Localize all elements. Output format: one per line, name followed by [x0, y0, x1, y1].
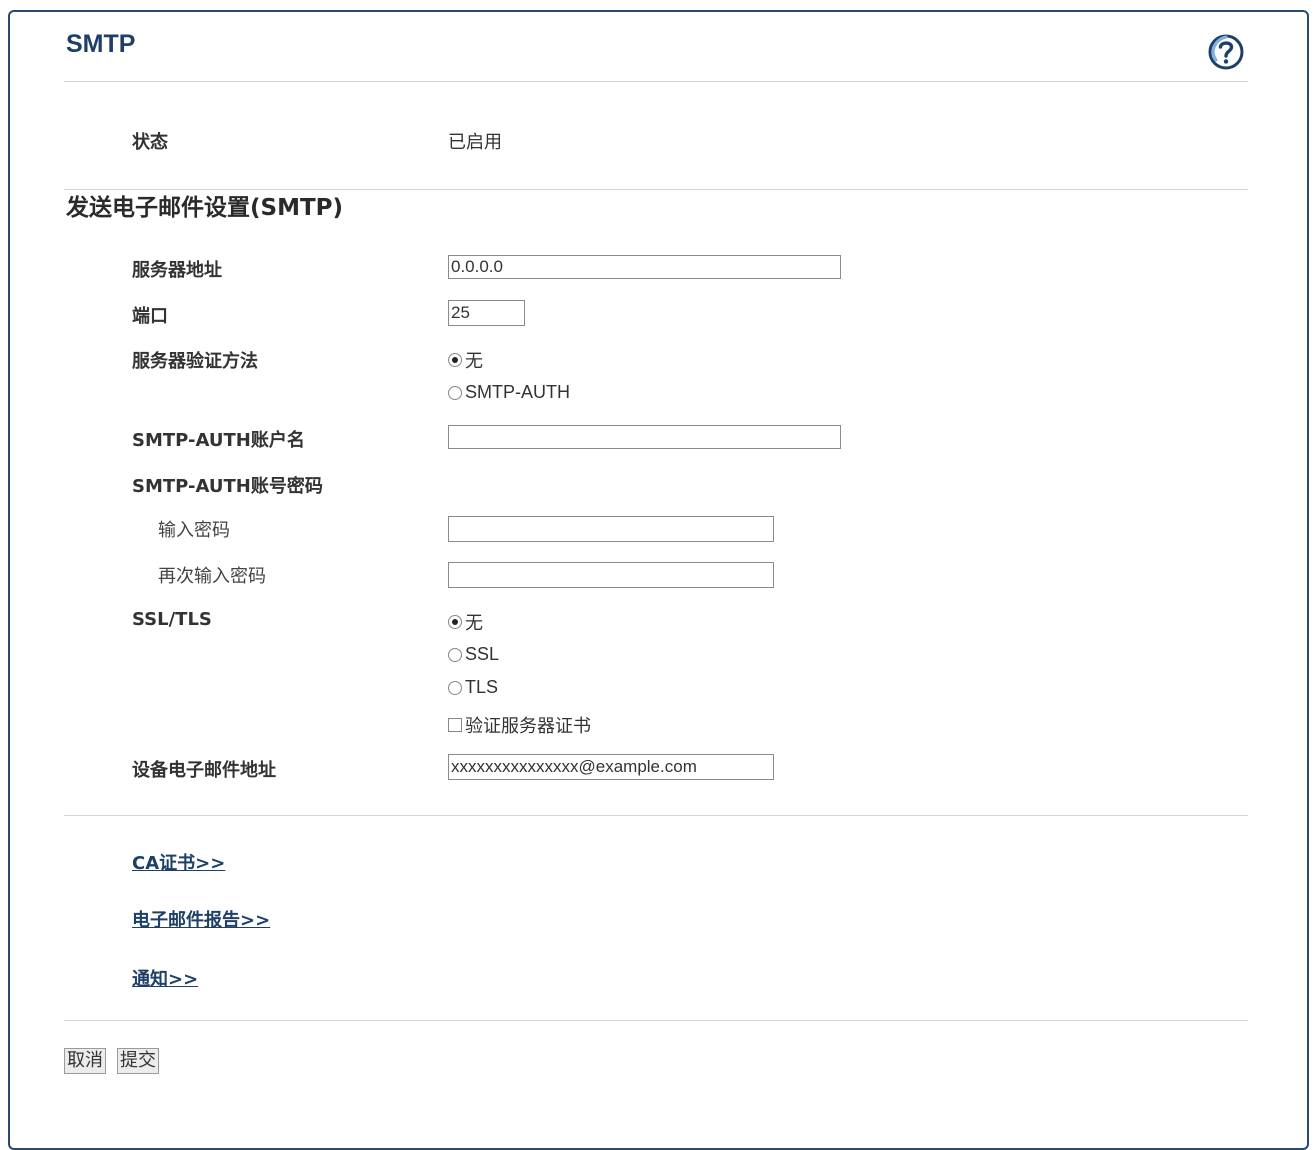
auth-method-label: 服务器验证方法	[132, 351, 258, 372]
ssl-tls-option-label: TLS	[465, 677, 499, 697]
radio-button-icon[interactable]	[448, 680, 462, 695]
ssl-tls-option-none[interactable]: 无	[448, 609, 483, 635]
port-input[interactable]	[448, 300, 525, 326]
ssl-tls-option-ssl[interactable]: SSL	[448, 644, 499, 665]
auth-password-label: SMTP-AUTH账号密码	[132, 476, 323, 497]
auth-account-input[interactable]	[448, 425, 841, 449]
ssl-tls-option-tls[interactable]: TLS	[448, 677, 498, 698]
header-divider	[64, 81, 1248, 82]
server-address-input[interactable]	[448, 255, 841, 279]
submit-button[interactable]: 提交	[117, 1048, 159, 1074]
status-label: 状态	[132, 132, 168, 153]
auth-account-label: SMTP-AUTH账户名	[132, 430, 305, 451]
auth-method-option-label: 无	[465, 351, 483, 371]
ca-cert-link[interactable]: CA证书>>	[132, 849, 225, 875]
section-title: 发送电子邮件设置(SMTP)	[66, 195, 344, 221]
email-report-link[interactable]: 电子邮件报告>>	[132, 906, 270, 932]
ssl-tls-option-label: 无	[465, 613, 483, 633]
radio-button-icon[interactable]	[448, 353, 462, 367]
port-label: 端口	[132, 306, 168, 327]
ssl-tls-label: SSL/TLS	[132, 609, 212, 630]
device-email-label: 设备电子邮件地址	[132, 760, 276, 781]
server-address-label: 服务器地址	[132, 260, 222, 281]
enter-password-label: 输入密码	[158, 520, 230, 541]
verify-cert-label: 验证服务器证书	[465, 716, 591, 736]
radio-button-icon[interactable]	[448, 647, 462, 662]
status-value: 已启用	[448, 132, 502, 153]
auth-method-option-none[interactable]: 无	[448, 347, 483, 373]
checkbox-icon[interactable]	[448, 718, 462, 732]
cancel-button[interactable]: 取消	[64, 1048, 106, 1074]
auth-method-option-label: SMTP-AUTH	[465, 382, 570, 402]
links-divider	[64, 815, 1248, 816]
reenter-password-label: 再次输入密码	[158, 566, 266, 587]
enter-password-input[interactable]	[448, 516, 774, 542]
ssl-tls-option-label: SSL	[465, 644, 500, 664]
page-title: SMTP	[66, 30, 136, 58]
buttons-divider	[64, 1020, 1248, 1021]
radio-button-icon[interactable]	[448, 385, 462, 400]
auth-method-option-smtp-auth[interactable]: SMTP-AUTH	[448, 382, 570, 403]
notification-link[interactable]: 通知>>	[132, 965, 198, 991]
radio-button-icon[interactable]	[448, 615, 462, 629]
device-email-input[interactable]	[448, 754, 774, 780]
verify-cert-checkbox[interactable]: 验证服务器证书	[448, 712, 591, 738]
reenter-password-input[interactable]	[448, 562, 774, 588]
help-question-icon[interactable]	[1206, 32, 1246, 72]
